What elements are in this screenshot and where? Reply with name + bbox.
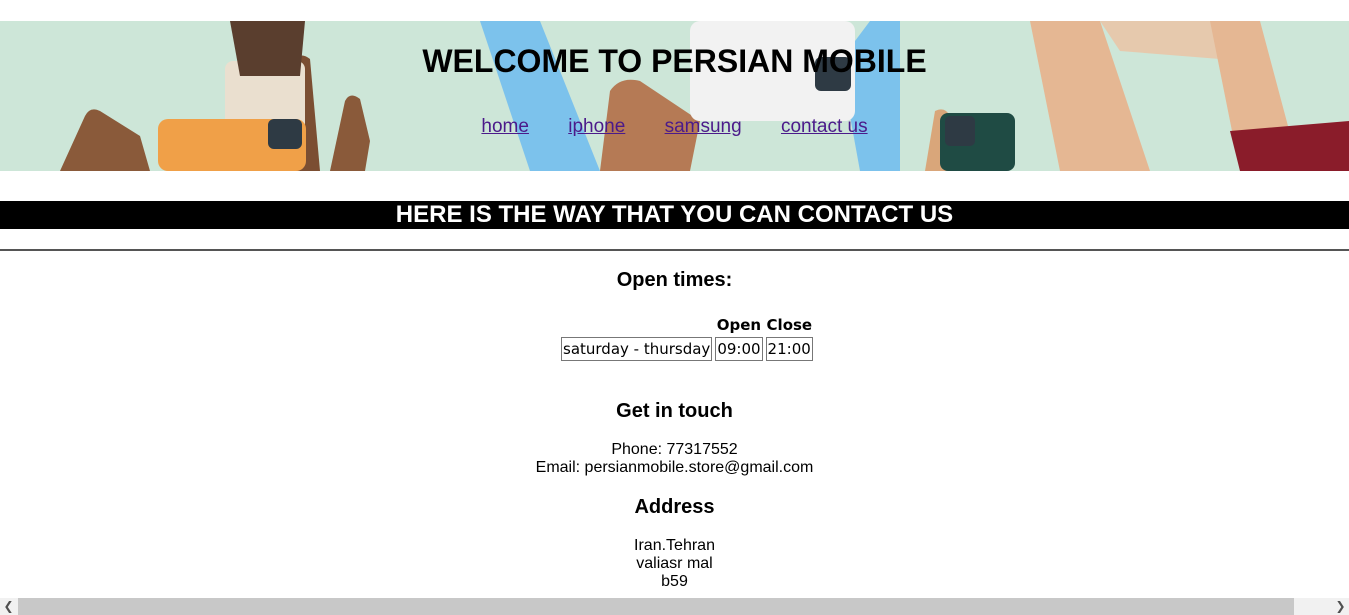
table-header-row: Open Close	[561, 316, 813, 334]
phone-text: Phone: 77317552	[611, 441, 738, 458]
nav-link-contact-us[interactable]: contact us	[781, 116, 868, 137]
scrollbar-thumb[interactable]	[18, 598, 1294, 615]
open-times-heading: Open times:	[616, 269, 733, 291]
table-header-close: Close	[766, 316, 813, 334]
open-times-table: Open Close saturday - thursday 09:00 21:…	[558, 313, 816, 364]
chevron-right-icon[interactable]: ❯	[1332, 598, 1349, 615]
get-in-touch-heading: Get in touch	[616, 400, 733, 422]
nav-link-samsung[interactable]: samsung	[665, 116, 742, 137]
contact-heading-bar: HERE IS THE WAY THAT YOU CAN CONTACT US	[0, 201, 1349, 229]
table-row: saturday - thursday 09:00 21:00	[561, 337, 814, 361]
nav-link-home[interactable]: home	[481, 116, 529, 137]
header-banner: WELCOME TO PERSIAN MOBILE home iphone sa…	[0, 21, 1349, 171]
table-header-open: Open	[716, 316, 762, 334]
page: WELCOME TO PERSIAN MOBILE home iphone sa…	[0, 0, 1349, 615]
main-nav: home iphone samsung contact us	[0, 115, 1349, 139]
days-cell: saturday - thursday	[561, 337, 713, 361]
address-line-city: Iran.Tehran	[634, 537, 715, 554]
table-header-days	[561, 316, 712, 334]
close-time-cell: 21:00	[765, 337, 814, 361]
open-time-cell: 09:00	[715, 337, 763, 361]
nav-link-iphone[interactable]: iphone	[568, 116, 625, 137]
divider	[0, 249, 1349, 251]
horizontal-scrollbar[interactable]: ❮ ❯	[0, 598, 1349, 615]
chevron-left-icon[interactable]: ❮	[0, 598, 17, 615]
email-text: Email: persianmobile.store@gmail.com	[535, 459, 814, 476]
site-title: WELCOME TO PERSIAN MOBILE	[422, 43, 927, 79]
address-heading: Address	[634, 496, 715, 518]
address-line-street: valiasr mal	[636, 555, 713, 572]
address-line-unit: b59	[661, 573, 688, 590]
